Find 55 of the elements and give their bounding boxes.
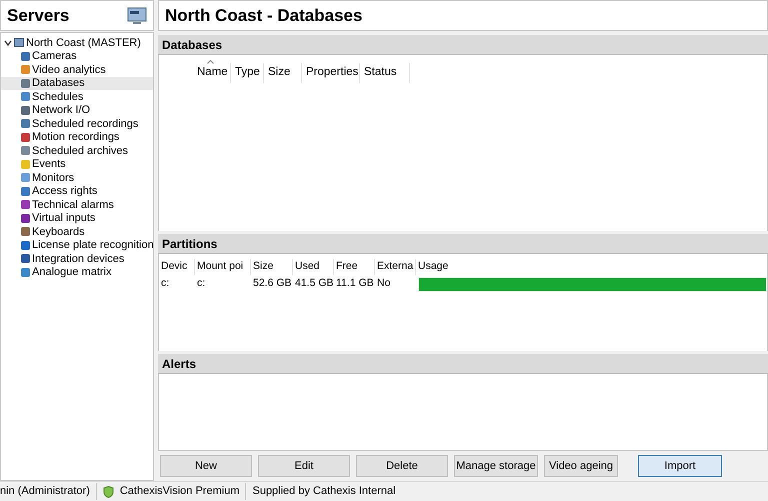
column-header[interactable]: Type	[231, 63, 264, 83]
table-cell-text: c:	[160, 276, 170, 292]
tree-item[interactable]: Virtual inputs	[1, 212, 153, 225]
action-button[interactable]: New	[160, 455, 252, 477]
tree-item[interactable]: Keyboards	[1, 225, 153, 238]
tree-item[interactable]: Cameras	[1, 50, 153, 63]
column-header[interactable]: Devic	[159, 259, 195, 275]
action-button[interactable]: Import	[638, 455, 722, 477]
section-title: Partitions	[162, 236, 218, 252]
column-header[interactable]: Size	[251, 259, 293, 275]
status-text: CathexisVision Premium	[120, 483, 246, 500]
tree-item[interactable]: Video analytics	[1, 63, 153, 76]
tree-item[interactable]: Motion recordings	[1, 130, 153, 144]
monitor-icon	[127, 6, 147, 24]
column-header[interactable]: Free	[334, 259, 375, 275]
tree-item[interactable]: Technical alarms	[1, 198, 153, 212]
shield-icon	[102, 486, 114, 498]
table-cell-text: 11.1 GB	[335, 276, 375, 292]
server-icon	[14, 38, 24, 48]
column-header[interactable]: Used	[293, 259, 334, 275]
table-cell-text: c:	[196, 276, 206, 292]
section-title: Databases	[162, 36, 222, 54]
tree-item[interactable]: Analogue matrix	[1, 266, 153, 279]
column-header[interactable]: Size	[264, 63, 302, 83]
tree-item[interactable]: North Coast (MASTER)	[26, 34, 141, 51]
column-header[interactable]: Properties	[302, 63, 360, 83]
column-header[interactable]: Mount poi	[195, 259, 251, 275]
status-text: Supplied by Cathexis Internal	[252, 484, 396, 500]
action-button[interactable]: Edit	[258, 455, 350, 477]
table-cell-text: 41.5 GB	[294, 276, 334, 292]
tree-item[interactable]: Monitors	[1, 171, 153, 184]
tree-item[interactable]: Scheduled archives	[1, 144, 153, 158]
column-header[interactable]: Externa	[375, 259, 416, 275]
page-title: North Coast - Databases	[165, 4, 362, 27]
action-button[interactable]: Manage storage	[454, 455, 538, 477]
table-cell-text: 52.6 GB	[252, 276, 293, 292]
tree-item[interactable]: Network I/O	[1, 104, 153, 117]
expand-caret-icon[interactable]	[4, 38, 12, 47]
sort-caret-icon	[207, 60, 214, 64]
action-button[interactable]: Video ageing	[544, 455, 618, 477]
tree-item[interactable]: Access rights	[1, 184, 153, 198]
tree-item[interactable]: Schedules	[1, 90, 153, 104]
section-title: Alerts	[162, 356, 196, 372]
column-header[interactable]: Status	[360, 63, 410, 83]
tree-item[interactable]: Events	[1, 158, 153, 171]
status-text: nin (Administrator)	[0, 483, 97, 500]
tree-item[interactable]: License plate recognition	[1, 238, 153, 252]
column-header[interactable]: Name	[193, 63, 231, 83]
action-button[interactable]: Delete	[356, 455, 448, 477]
tree-item[interactable]: Scheduled recordings	[1, 117, 153, 130]
tree-item[interactable]: Integration devices	[1, 252, 153, 266]
tree-item[interactable]: Databases	[1, 76, 153, 90]
panel-title: Servers	[7, 4, 70, 27]
table-cell-text: No	[376, 276, 392, 292]
column-header[interactable]: Usage	[416, 259, 767, 275]
